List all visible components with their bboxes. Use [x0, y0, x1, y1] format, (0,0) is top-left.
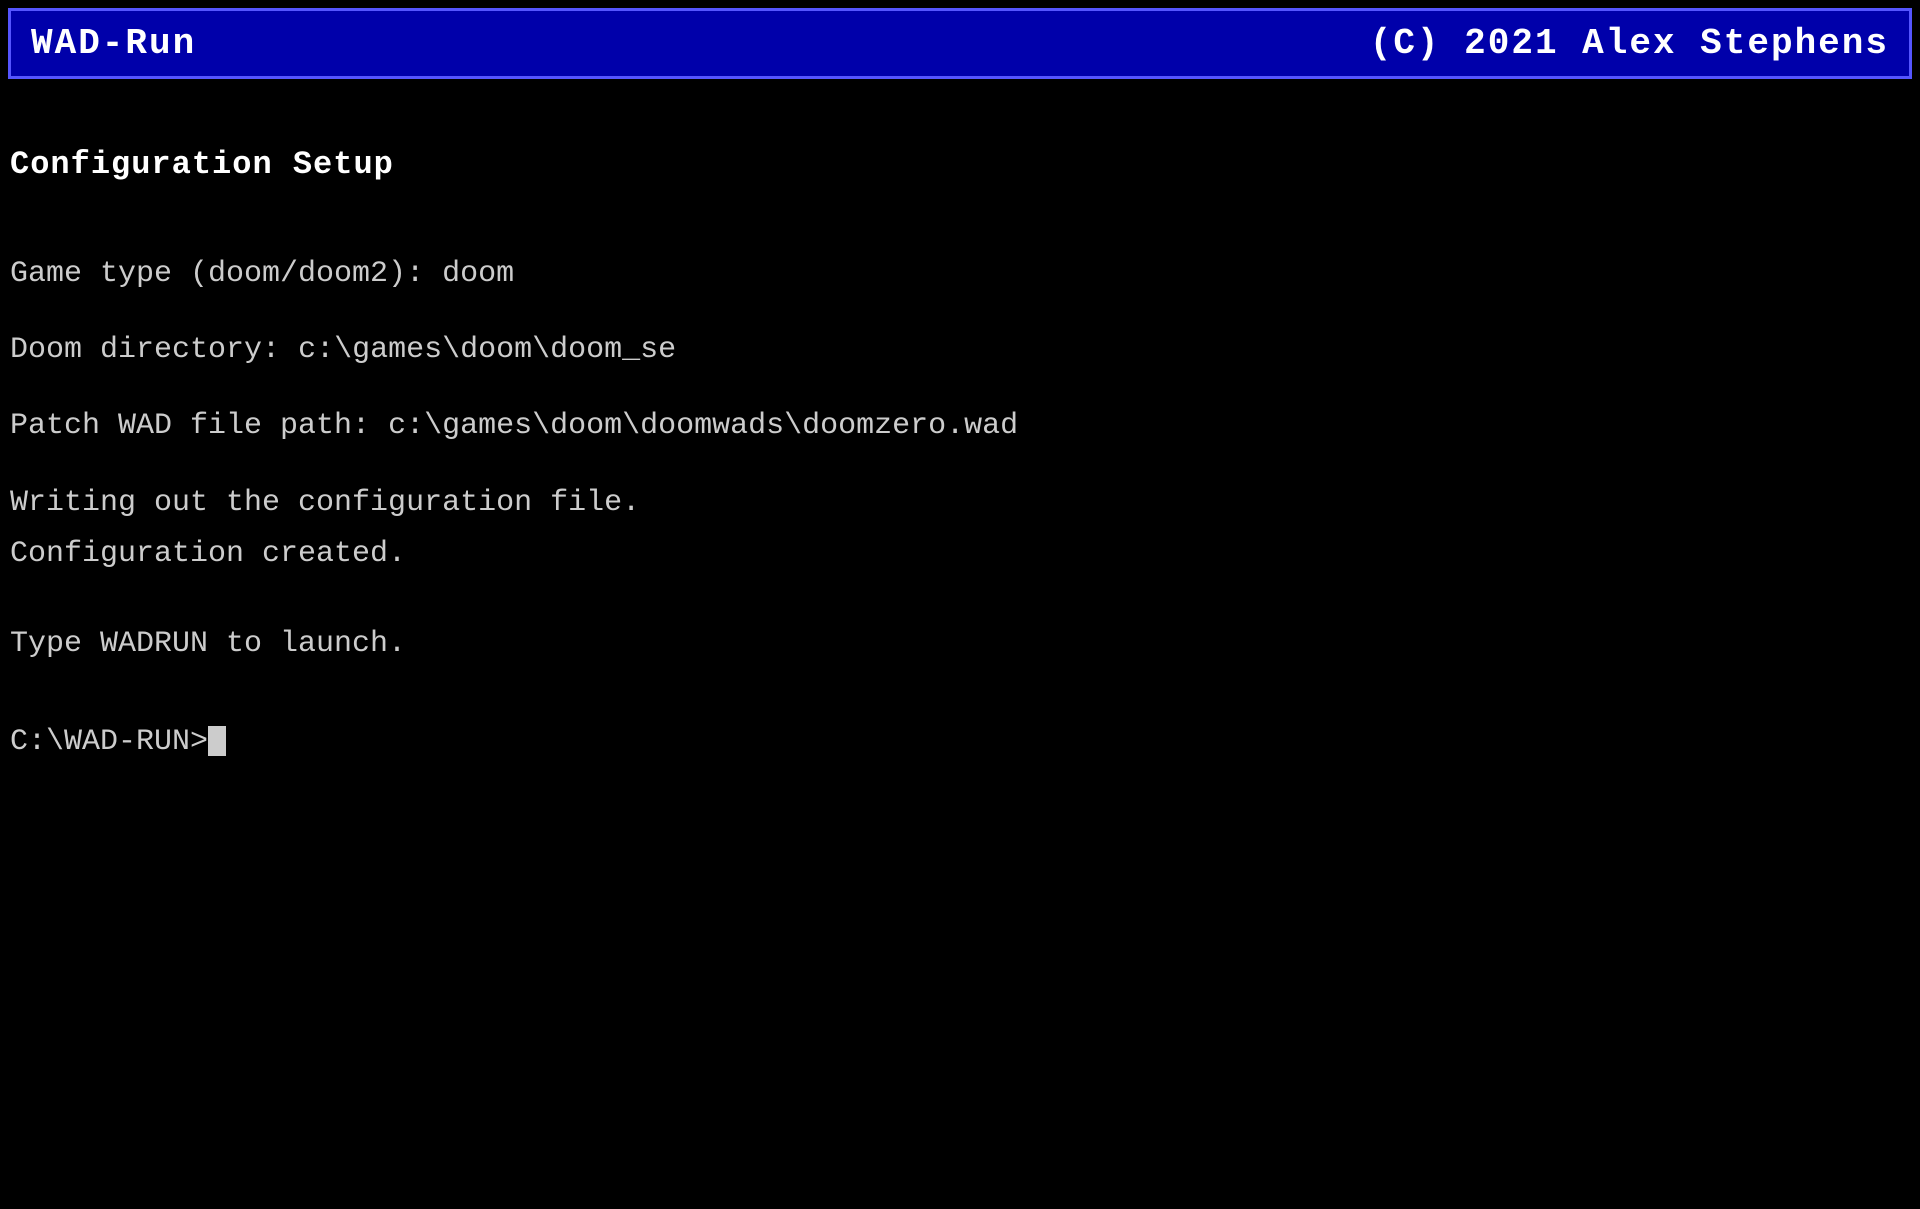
patch-wad-line: Patch WAD file path: c:\games\doom\doomw… — [10, 402, 1910, 450]
app-title: WAD-Run — [31, 23, 196, 64]
title-bar: WAD-Run (C) 2021 Alex Stephens — [8, 8, 1912, 79]
game-type-value: doom — [442, 257, 514, 291]
doom-directory-value: c:\games\doom\doom_se — [298, 333, 676, 367]
game-type-line: Game type (doom/doom2): doom — [10, 250, 1910, 298]
doom-directory-label: Doom directory: — [10, 333, 280, 367]
launch-instruction: Type WADRUN to launch. — [10, 620, 1910, 668]
game-type-label: Game type (doom/doom2): — [10, 257, 424, 291]
copyright-text: (C) 2021 Alex Stephens — [1370, 23, 1889, 64]
cursor-block — [208, 726, 226, 756]
section-title: Configuration Setup — [10, 139, 1910, 190]
prompt-line: C:\WAD-RUN> — [10, 718, 1910, 766]
status-line-2: Configuration created. — [10, 529, 1910, 580]
doom-directory-line: Doom directory: c:\games\doom\doom_se — [10, 326, 1910, 374]
status-line-1: Writing out the configuration file. — [10, 478, 1910, 529]
status-section: Writing out the configuration file. Conf… — [10, 478, 1910, 580]
patch-wad-value: c:\games\doom\doomwads\doomzero.wad — [388, 409, 1018, 443]
main-content: Configuration Setup Game type (doom/doom… — [0, 79, 1920, 786]
patch-wad-label: Patch WAD file path: — [10, 409, 370, 443]
prompt-text: C:\WAD-RUN> — [10, 725, 208, 759]
